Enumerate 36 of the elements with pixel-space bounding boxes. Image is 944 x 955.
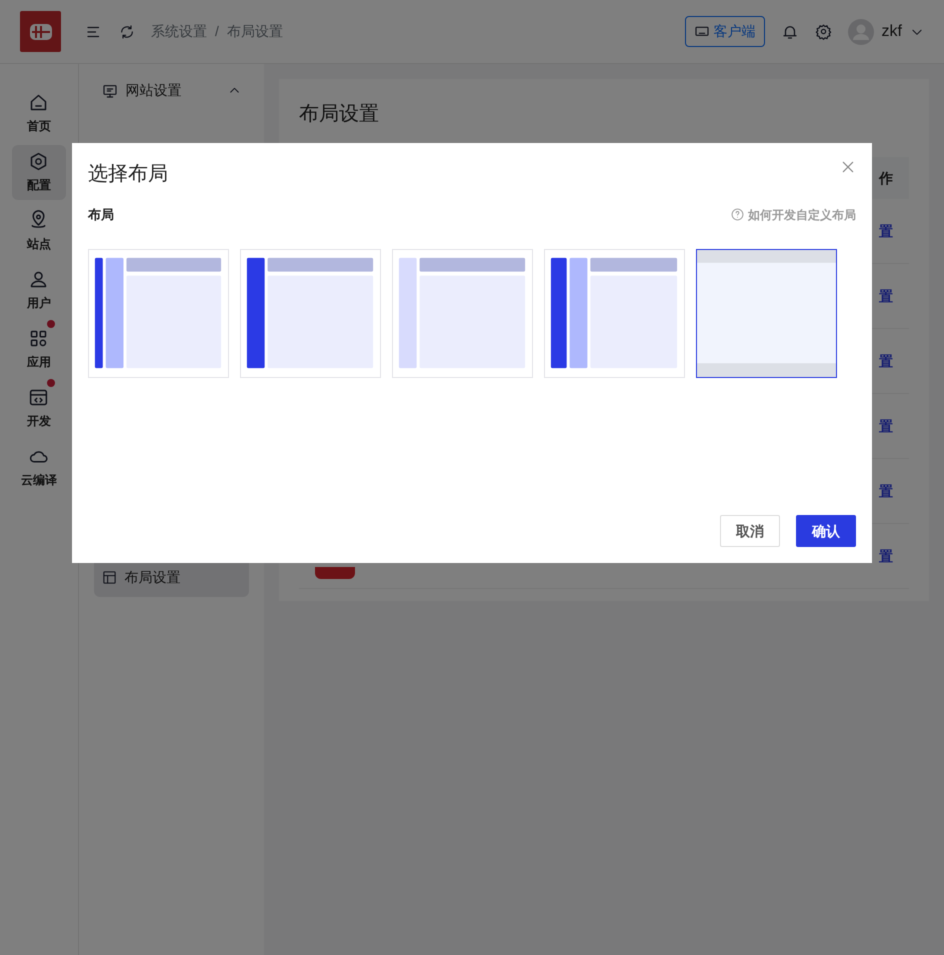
user-name[interactable]: zkf bbox=[882, 20, 902, 44]
dialog-title: 选择布局 bbox=[88, 162, 168, 187]
client-button[interactable]: 客户端 bbox=[684, 16, 765, 47]
breadcrumb-link[interactable]: 系统设置 bbox=[151, 21, 207, 42]
sidebar-group-label: 网站设置 bbox=[126, 81, 182, 100]
help-icon bbox=[731, 208, 744, 222]
action-link[interactable]: 置 bbox=[879, 416, 893, 436]
monitor-icon bbox=[102, 82, 118, 98]
rail-item[interactable]: 首页 bbox=[12, 86, 66, 141]
help-link[interactable]: 如何开发自定义布局 bbox=[731, 206, 856, 224]
card-title: 布局设置 bbox=[299, 103, 379, 125]
rail-item[interactable]: 站点 bbox=[12, 204, 66, 259]
action-link[interactable]: 置 bbox=[879, 350, 893, 372]
rail-item[interactable]: 用户 bbox=[12, 263, 66, 318]
breadcrumb-current: 布局设置 bbox=[226, 22, 283, 41]
action-link[interactable]: 置 bbox=[879, 220, 893, 242]
cancel-button[interactable]: 取消 bbox=[720, 515, 780, 547]
rail-item[interactable]: 云编译 bbox=[12, 440, 66, 495]
close-icon[interactable] bbox=[840, 159, 856, 175]
sidebar-group[interactable]: 网站设置 bbox=[94, 80, 249, 101]
layout-icon bbox=[102, 570, 117, 584]
column-header: 作 bbox=[879, 170, 893, 186]
breadcrumb-separator: / bbox=[215, 22, 219, 41]
layout-option[interactable] bbox=[696, 248, 837, 378]
rail-item[interactable]: 开发 bbox=[12, 381, 66, 436]
confirm-button[interactable]: 确认 bbox=[796, 515, 856, 547]
field-label: 布局 bbox=[88, 207, 114, 222]
code-window-icon bbox=[28, 387, 50, 408]
action-link[interactable]: 置 bbox=[879, 546, 893, 566]
action-link[interactable]: 置 bbox=[879, 480, 893, 502]
rail-item[interactable]: 配置 bbox=[12, 145, 66, 200]
refresh-icon[interactable] bbox=[119, 24, 135, 40]
logo bbox=[20, 11, 61, 52]
settings-icon[interactable] bbox=[814, 23, 832, 40]
rail-item[interactable]: 应用 bbox=[12, 322, 66, 377]
action-link[interactable]: 置 bbox=[879, 286, 893, 306]
